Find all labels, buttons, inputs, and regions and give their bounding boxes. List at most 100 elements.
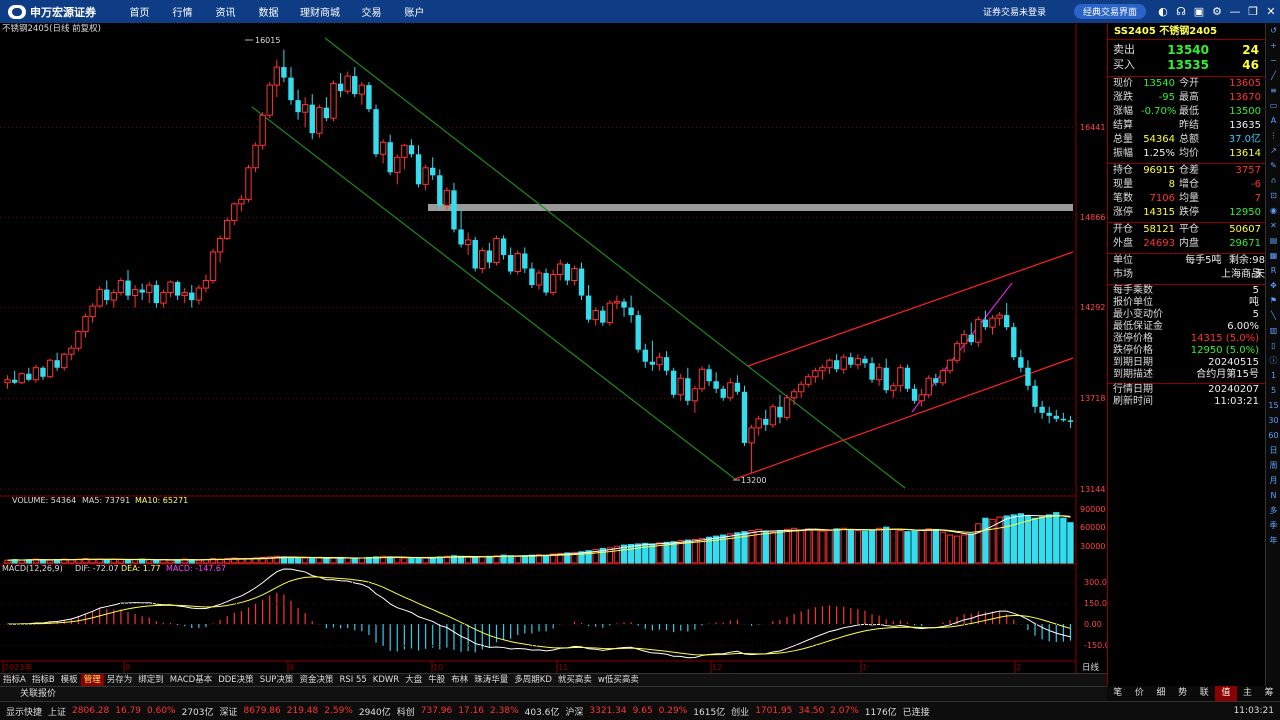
back-icon[interactable]: ↺ bbox=[1266, 23, 1280, 38]
volume-bar bbox=[960, 534, 968, 564]
arrow-tool-icon[interactable]: ↗ bbox=[1266, 143, 1280, 158]
period-month-icon[interactable]: 月 bbox=[1266, 473, 1280, 488]
channel-line-upper[interactable] bbox=[324, 37, 906, 489]
panel-tab[interactable]: 值 bbox=[1215, 686, 1237, 701]
indicator-tab[interactable]: 指标A bbox=[0, 674, 29, 686]
zoom-in-icon[interactable]: + bbox=[1266, 38, 1280, 53]
indicator-tab[interactable]: 模板 bbox=[58, 674, 81, 686]
headset-icon[interactable]: ☊ bbox=[1172, 0, 1190, 23]
period-week-icon[interactable]: 周 bbox=[1266, 458, 1280, 473]
eye-icon[interactable]: ◉ bbox=[1266, 203, 1280, 218]
nav-news[interactable]: 资讯 bbox=[204, 4, 247, 19]
window-icon[interactable]: ▣ bbox=[1190, 0, 1208, 23]
login-status[interactable]: 证券交易未登录 bbox=[983, 5, 1046, 18]
rsi-icon[interactable]: R bbox=[1266, 263, 1280, 278]
brush-icon[interactable]: ╲ bbox=[1266, 308, 1280, 323]
text-tool-icon[interactable]: A bbox=[1266, 113, 1280, 128]
period-1-icon[interactable]: 1 bbox=[1266, 368, 1280, 383]
indicator-tab[interactable]: SUP决策 bbox=[257, 674, 297, 686]
indicator-tab[interactable]: RSI 55 bbox=[336, 674, 369, 686]
chart-area[interactable]: 不锈钢2405(日线 前复权) 16441 14866 14292 13718 1314… bbox=[0, 23, 1110, 686]
rect-tool-icon[interactable]: ▭ bbox=[1266, 98, 1280, 113]
status-item[interactable]: 显示快捷 bbox=[6, 705, 42, 718]
period-15-icon[interactable]: 15 bbox=[1266, 398, 1280, 413]
indicator-tab[interactable]: 大盘 bbox=[402, 674, 425, 686]
indicator-tab[interactable]: DDE决策 bbox=[215, 674, 256, 686]
indicator-tab[interactable]: 另存为 bbox=[104, 674, 136, 686]
indicator-tab[interactable]: w低买高卖 bbox=[595, 674, 642, 686]
buy-row: 买入 13535 46 bbox=[1113, 58, 1259, 72]
indicator-tab[interactable]: 指标B bbox=[29, 674, 58, 686]
status-item: 科创 bbox=[396, 707, 415, 718]
panel-tab[interactable]: 联 bbox=[1194, 686, 1216, 701]
panel-tab[interactable]: 价 bbox=[1129, 686, 1151, 701]
period-5-icon[interactable]: 5 bbox=[1266, 383, 1280, 398]
panel-tab[interactable]: 主 bbox=[1237, 686, 1259, 701]
crosshair-icon[interactable]: ✥ bbox=[1266, 278, 1280, 293]
period-season-icon[interactable]: 季 bbox=[1266, 518, 1280, 533]
close-icon[interactable]: ✕ bbox=[1262, 0, 1280, 23]
volume-bar bbox=[797, 529, 805, 564]
related-quote[interactable]: 关联报价 bbox=[0, 689, 56, 699]
panel-tab[interactable]: 笔 bbox=[1107, 686, 1129, 701]
minimize-icon[interactable]: — bbox=[1226, 0, 1244, 23]
table-icon[interactable]: ▥ bbox=[1266, 323, 1280, 338]
period-day-icon[interactable]: 日 bbox=[1266, 443, 1280, 458]
candle bbox=[904, 364, 911, 392]
uptrend-line-upper[interactable] bbox=[747, 251, 1074, 367]
period-label[interactable]: 日线 bbox=[1082, 662, 1100, 673]
volume-bar bbox=[294, 557, 302, 564]
channel-line-lower[interactable] bbox=[251, 106, 736, 480]
indicator-tab[interactable]: MACD基本 bbox=[167, 674, 215, 686]
nav-data[interactable]: 数据 bbox=[247, 4, 290, 19]
magnet-icon[interactable]: ∩ bbox=[1266, 173, 1280, 188]
fib-tool-icon[interactable]: ⋮ bbox=[1266, 128, 1280, 143]
status-item: 2703亿 bbox=[181, 707, 214, 718]
nav-market[interactable]: 行情 bbox=[161, 4, 204, 19]
panel-tab[interactable]: 势 bbox=[1172, 686, 1194, 701]
panel-tab[interactable]: 筹 bbox=[1258, 686, 1280, 701]
settings-icon[interactable]: ⚙ bbox=[1208, 0, 1226, 23]
candle bbox=[507, 247, 514, 275]
line-tool-icon[interactable]: ╱ bbox=[1266, 68, 1280, 83]
indicator-tab[interactable]: 资金决策 bbox=[296, 674, 336, 686]
indicator-tab[interactable]: 管理 bbox=[80, 674, 104, 686]
flag-icon[interactable]: ⚑ bbox=[1266, 293, 1280, 308]
period-30-icon[interactable]: 30 bbox=[1266, 413, 1280, 428]
volume-bar bbox=[167, 559, 174, 564]
time-row: 刷新时间 11:03:21 bbox=[1108, 396, 1265, 408]
theme-icon[interactable]: ◐ bbox=[1154, 0, 1172, 23]
period-n-icon[interactable]: N bbox=[1266, 488, 1280, 503]
channel-tool-icon[interactable]: ≡ bbox=[1266, 83, 1280, 98]
zoom-out-icon[interactable]: − bbox=[1266, 53, 1280, 68]
candle bbox=[394, 154, 401, 185]
indicator-tab[interactable]: 牛股 bbox=[425, 674, 448, 686]
lock-icon[interactable]: ⊡ bbox=[1266, 188, 1280, 203]
indicator-tab[interactable]: 多周期KD bbox=[511, 674, 555, 686]
kline-chart[interactable]: 不锈钢2405(日线 前复权) 16441 14866 14292 13718 1314… bbox=[0, 23, 1110, 673]
maximize-icon[interactable]: ❐ bbox=[1244, 0, 1262, 23]
nav-trade[interactable]: 交易 bbox=[350, 4, 393, 19]
panel-tab[interactable]: 细 bbox=[1150, 686, 1172, 701]
indicator-tab[interactable]: 绑定到 bbox=[135, 674, 167, 686]
indicator-tab[interactable]: 珠涛华量 bbox=[471, 674, 511, 686]
note-icon[interactable]: ▯ bbox=[1266, 338, 1280, 353]
indicator-tab[interactable]: 布林 bbox=[448, 674, 471, 686]
volume-bar bbox=[642, 542, 649, 564]
info-icon[interactable]: ⓘ bbox=[1266, 353, 1280, 368]
period-multi-icon[interactable]: 多 bbox=[1266, 503, 1280, 518]
layers-icon[interactable]: ▤ bbox=[1266, 233, 1280, 248]
grid-icon[interactable]: ▦ bbox=[1266, 248, 1280, 263]
period-60-icon[interactable]: 60 bbox=[1266, 428, 1280, 443]
nav-wealth-mall[interactable]: 理财商城 bbox=[290, 4, 350, 19]
indicator-tab[interactable]: 就买高卖 bbox=[555, 674, 595, 686]
indicator-tab[interactable]: KDWR bbox=[370, 674, 402, 686]
period-year-icon[interactable]: 年 bbox=[1266, 533, 1280, 548]
pen-tool-icon[interactable]: ✎ bbox=[1266, 158, 1280, 173]
uptrend-line-lower[interactable] bbox=[734, 357, 1074, 480]
nav-home[interactable]: 首页 bbox=[118, 4, 161, 19]
classic-trade-button[interactable]: 经典交易界面 bbox=[1073, 4, 1146, 19]
candle bbox=[706, 364, 712, 386]
delete-icon[interactable]: ✕ bbox=[1266, 218, 1280, 233]
nav-account[interactable]: 账户 bbox=[393, 4, 436, 19]
